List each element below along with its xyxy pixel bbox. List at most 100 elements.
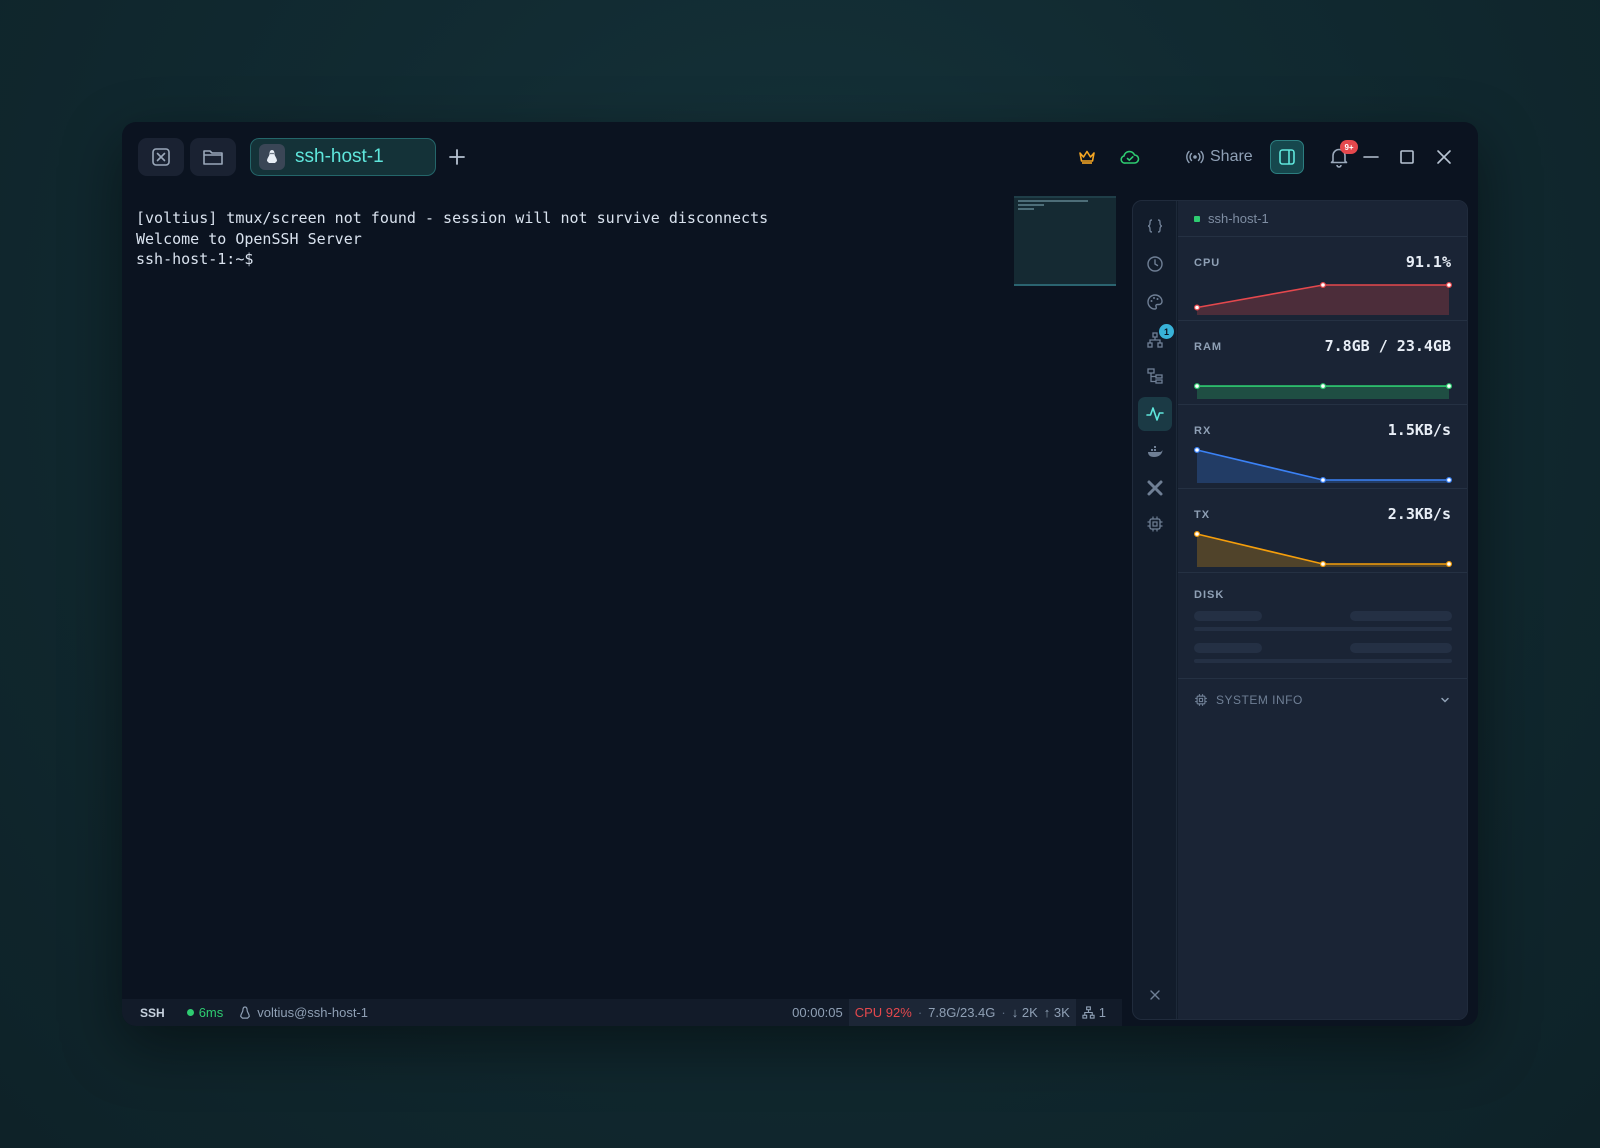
disk-label: DISK [1194,589,1225,601]
linux-icon [240,1005,251,1019]
new-tab-button[interactable] [444,144,470,170]
ram-metric: RAM 7.8GB / 23.4GB [1178,321,1467,405]
terminal-output[interactable]: [voltius] tmux/screen not found - sessio… [136,208,1096,988]
tx-sparkline-point [1194,531,1200,537]
cpu-sparkline-point [1194,304,1200,311]
share-label: Share [1210,148,1253,165]
sync-button[interactable] [1117,144,1143,170]
status-metrics: 00:00:05 CPU 92% · 7.8G/23.4G · ↓ 2K ↑ 3… [792,999,1106,1026]
uptime-label: 00:00:05 [792,1005,843,1020]
tx-metric: TX 2.3KB/s [1178,489,1467,573]
tx-sparkline-point [1320,561,1326,567]
disk-skeleton [1194,643,1262,653]
disk-skeleton [1350,643,1452,653]
tx-label: TX [1194,509,1211,521]
notifications-button[interactable]: 9+ [1324,140,1358,172]
side-panel-rail: 1 [1133,201,1177,1019]
clock-icon [1147,256,1163,272]
rx-label: ↓ 2K [1011,1005,1038,1020]
cloud-sync-icon [1120,150,1140,164]
share-button[interactable]: Share [1186,142,1253,172]
minimize-icon [1363,156,1379,158]
ram-sparkline-point [1319,383,1326,390]
rx-metric: RX 1.5KB/s [1178,405,1467,489]
toggle-side-panel-button[interactable] [1270,140,1304,174]
connection-status-dot [186,1009,194,1016]
maximize-icon [1400,150,1414,164]
tools-icon [1147,480,1163,496]
minimize-button[interactable] [1358,144,1384,170]
rx-sparkline-point [1320,477,1326,483]
close-icon [1437,150,1451,164]
ram-sparkline-point [1446,383,1452,390]
tab-label: ssh-host-1 [295,146,384,167]
maximize-button[interactable] [1394,144,1420,170]
latency-value: 6ms [198,1005,224,1020]
rail-file-tree[interactable] [1138,359,1172,393]
rail-port-forwarding[interactable]: 1 [1138,323,1174,357]
disk-skeleton-bar [1194,659,1452,663]
chevron-down-icon [1441,697,1449,703]
close-icon [1150,990,1160,1000]
cpu-metric: CPU 91.1% [1178,237,1467,321]
rail-docker[interactable] [1138,435,1172,469]
braces-icon [1147,219,1163,233]
rail-history[interactable] [1138,247,1172,281]
tx-label: ↑ 3K [1043,1005,1070,1020]
cpu-value: 91.1% [1405,253,1451,271]
minimap-line [1018,208,1034,210]
port-forwards[interactable]: 1 [1082,1005,1106,1020]
docker-icon [1148,446,1163,457]
folder-button[interactable] [190,138,236,176]
ram-label: RAM [1194,341,1223,353]
palette-icon [1147,294,1163,310]
cpu-sparkline-point [1319,281,1326,289]
cpu-label: CPU [1194,257,1221,269]
disk-section: DISK [1178,573,1467,679]
ram-sparkline-point [1194,383,1200,390]
minimap-line [1018,200,1088,202]
side-panel: 1 ssh-host-1 CPU 91.1% RAM 7.8GB / 23.4G… [1132,200,1468,1020]
memory-usage-label: 7.8G/23.4G [928,1005,996,1020]
crown-icon [1079,150,1095,164]
resource-summary[interactable]: CPU 92% · 7.8G/23.4G · ↓ 2K ↑ 3K [848,999,1076,1026]
monitor-host-name: ssh-host-1 [1208,211,1269,226]
close-window-button[interactable] [1431,144,1457,170]
rx-sparkline-point [1194,447,1200,453]
disk-skeleton [1350,611,1452,621]
cpu-sparkline-point [1446,282,1452,288]
monitor-host-row: ssh-host-1 [1178,201,1467,237]
plus-icon [449,149,465,165]
terminal-line: Welcome to OpenSSH Server [136,229,362,248]
rx-sparkline [1194,447,1452,483]
system-info-label: SYSTEM INFO [1216,693,1303,707]
status-bar: SSH 6ms voltius@ssh-host-1 00:00:05 CPU … [122,999,1122,1026]
tab-ssh-host-1[interactable]: ssh-host-1 [250,138,436,176]
rail-snippets[interactable] [1138,209,1172,243]
close-session-button[interactable] [138,138,184,176]
terminal-minimap[interactable] [1014,196,1116,286]
premium-button[interactable] [1074,144,1100,170]
rail-themes[interactable] [1138,285,1172,319]
host-status-dot [1194,215,1200,222]
tree-icon [1147,368,1163,384]
rail-monitor[interactable] [1138,397,1172,431]
close-box-icon [152,148,170,166]
tx-sparkline-point [1446,561,1452,567]
minimap-line [1018,204,1044,206]
activity-icon [1146,407,1164,421]
rx-sparkline-point [1446,477,1452,483]
sidebar-icon [1279,149,1295,165]
system-info-toggle[interactable]: SYSTEM INFO [1178,679,1467,721]
network-icon [1082,1006,1095,1019]
rail-system[interactable] [1138,507,1172,541]
rx-value: 1.5KB/s [1387,421,1451,439]
ram-sparkline [1194,383,1452,399]
close-panel-button[interactable] [1145,985,1165,1005]
app-window: ssh-host-1 Share 9+ [voltius] tmux/scree… [122,122,1478,1026]
notification-badge: 9+ [1340,140,1358,154]
resource-monitor: ssh-host-1 CPU 91.1% RAM 7.8GB / 23.4GB … [1178,201,1467,1019]
rail-tools[interactable] [1138,471,1172,505]
ram-value: 7.8GB / 23.4GB [1324,337,1451,355]
rx-label: RX [1194,425,1212,437]
